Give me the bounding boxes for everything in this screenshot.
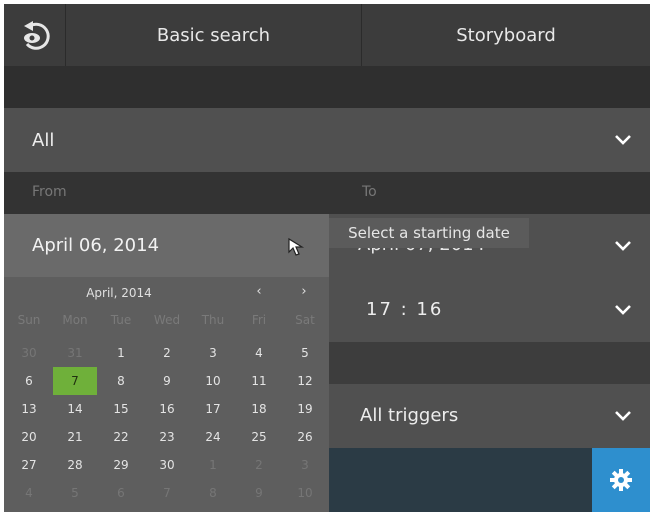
calendar-day: 5 [71,486,79,500]
calendar-day[interactable]: 2 [144,339,190,367]
tab-storyboard[interactable]: Storyboard [362,4,650,66]
filter-dropdown[interactable]: All [4,108,650,172]
top-bar: Basic search Storyboard [4,4,650,66]
from-date-value: April 06, 2014 [32,235,160,256]
calendar-day[interactable]: 18 [236,395,282,423]
calendar-day[interactable]: 14 [52,395,98,423]
calendar-day[interactable]: 30 [144,451,190,479]
calendar-day[interactable]: 8 [98,367,144,395]
next-month-button[interactable]: › [297,284,311,299]
weekday-header: Sun [17,313,41,327]
mouse-cursor-icon [288,237,305,256]
calendar-day-selected[interactable]: 7 [53,367,97,395]
calendar-day: 9 [255,486,263,500]
calendar-day[interactable]: 3 [190,339,236,367]
calendar-day[interactable]: 20 [6,423,52,451]
calendar-day: 3 [301,458,309,472]
chevron-down-icon[interactable] [614,240,632,252]
calendar-day[interactable]: 10 [190,367,236,395]
weekday-header: Tue [110,313,132,327]
calendar-day[interactable]: 22 [98,423,144,451]
calendar-day[interactable]: 21 [52,423,98,451]
calendar-day: 7 [163,486,171,500]
calendar-day: 6 [117,486,125,500]
calendar-day: 1 [209,458,217,472]
calendar-day[interactable]: 17 [190,395,236,423]
weekday-header: Wed [153,313,181,327]
calendar-day[interactable]: 15 [98,395,144,423]
weekday-header: Thu [201,313,225,327]
settings-button[interactable] [592,448,650,512]
chevron-down-icon [615,135,631,145]
header-spacer [4,66,650,108]
calendar-day[interactable]: 9 [144,367,190,395]
calendar-day[interactable]: 25 [236,423,282,451]
calendar-day[interactable]: 23 [144,423,190,451]
tooltip-text: Select a starting date [348,224,510,242]
gear-icon [610,469,632,491]
calendar-day: 2 [255,458,263,472]
calendar-day: 4 [25,486,33,500]
previous-month-button[interactable]: ‹ [252,284,266,299]
chevron-down-icon[interactable] [614,304,632,316]
calendar-day[interactable]: 19 [282,395,328,423]
calendar-day[interactable]: 16 [144,395,190,423]
weekday-header: Fri [251,313,267,327]
weekday-header: Mon [62,313,88,327]
calendar-day[interactable]: 5 [282,339,328,367]
calendar-day[interactable]: 29 [98,451,144,479]
date-picker-calendar: April, 2014 ‹ › Sun Mon Tue Wed Thu Fri Sat 30 3… [4,277,329,512]
to-time-field[interactable]: 17 : 16 [366,299,443,320]
tab-basic-search-label: Basic search [156,24,271,46]
from-label: From [32,184,67,200]
calendar-month-label: April, 2014 [86,286,152,300]
eye-back-icon [23,21,50,50]
calendar-day[interactable]: 12 [282,367,328,395]
calendar-day[interactable]: 1 [98,339,144,367]
calendar-day[interactable]: 13 [6,395,52,423]
back-button[interactable] [4,4,66,66]
calendar-day: 30 [21,346,37,360]
to-label: To [362,184,377,200]
calendar-day[interactable]: 26 [282,423,328,451]
calendar-day: 10 [297,486,313,500]
calendar-day[interactable]: 4 [236,339,282,367]
calendar-day[interactable]: 6 [6,367,52,395]
triggers-dropdown[interactable]: All triggers [360,405,458,426]
calendar-day[interactable]: 27 [6,451,52,479]
chevron-down-icon[interactable] [614,410,632,422]
tooltip: Select a starting date [329,218,529,248]
calendar-day[interactable]: 11 [236,367,282,395]
tab-storyboard-label: Storyboard [456,24,556,46]
range-labels: From To [4,172,650,214]
calendar-day: 31 [67,346,83,360]
calendar-day[interactable]: 24 [190,423,236,451]
from-date-field[interactable]: April 06, 2014 [4,214,329,277]
tab-basic-search[interactable]: Basic search [66,4,362,66]
search-panel: Basic search Storyboard All From To Apri… [4,4,650,512]
calendar-day[interactable]: 28 [52,451,98,479]
weekday-header: Sat [295,313,315,327]
filter-dropdown-value: All [32,129,55,151]
calendar-day: 8 [209,486,217,500]
